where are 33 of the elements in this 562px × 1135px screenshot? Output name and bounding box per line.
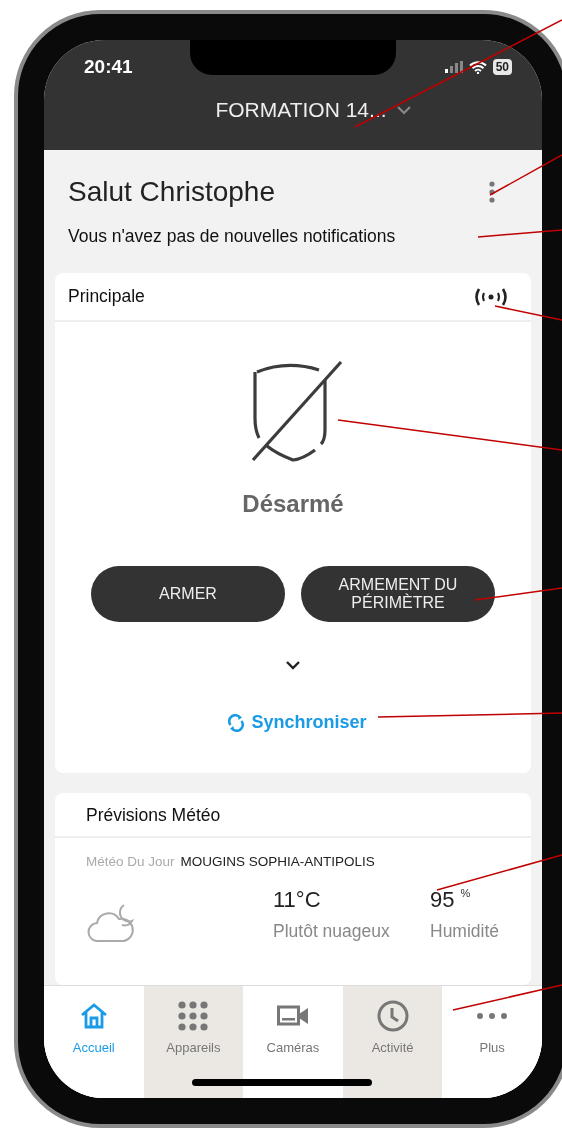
status-time: 20:41 [84, 56, 133, 78]
clock-icon [376, 1000, 409, 1032]
humidity-value: 95 [430, 887, 455, 913]
temperature: 11°C [273, 887, 322, 913]
weather-title: Prévisions Météo [86, 805, 221, 826]
humidity-label: Humidité [430, 921, 500, 942]
tab[interactable]: Appareils [143, 986, 244, 1098]
tab[interactable]: Activité [342, 986, 443, 1098]
home-icon [79, 1003, 108, 1029]
grid-icon [177, 1000, 210, 1032]
broadcast-icon [473, 286, 509, 307]
wifi-icon [468, 60, 487, 74]
weather-location: MOUGINS SOPHIA-ANTIPOLIS [180, 854, 375, 869]
greeting: Salut Christophe [68, 176, 275, 208]
sync-icon [227, 713, 246, 732]
signal-icon [444, 61, 463, 73]
more-options-icon[interactable] [489, 181, 495, 203]
leader-line [494, 305, 562, 321]
location-selector[interactable]: FORMATION 14... [175, 98, 411, 122]
notifications-message: Vous n'avez pas de nouvelles notifications [67, 225, 396, 247]
perimeter-arm-button[interactable]: ARMEMENT DU PÉRIMÈTRE [301, 566, 495, 622]
video-camera-icon [277, 1005, 309, 1027]
battery-level: 50 [492, 59, 512, 75]
weather-condition: Plutôt nuageux [273, 921, 391, 942]
arm-button[interactable]: ARMER [91, 566, 285, 622]
sync-link[interactable]: Synchroniser [219, 712, 367, 733]
arm-state: Désarmé [242, 490, 344, 518]
expand-icon[interactable] [285, 660, 301, 670]
panel-name: Principale [68, 286, 145, 307]
chevron-down-icon[interactable] [396, 105, 411, 115]
more-icon [476, 1012, 509, 1020]
weather-label: Météo Du Jour [86, 854, 175, 869]
humidity-unit: % [460, 887, 471, 899]
